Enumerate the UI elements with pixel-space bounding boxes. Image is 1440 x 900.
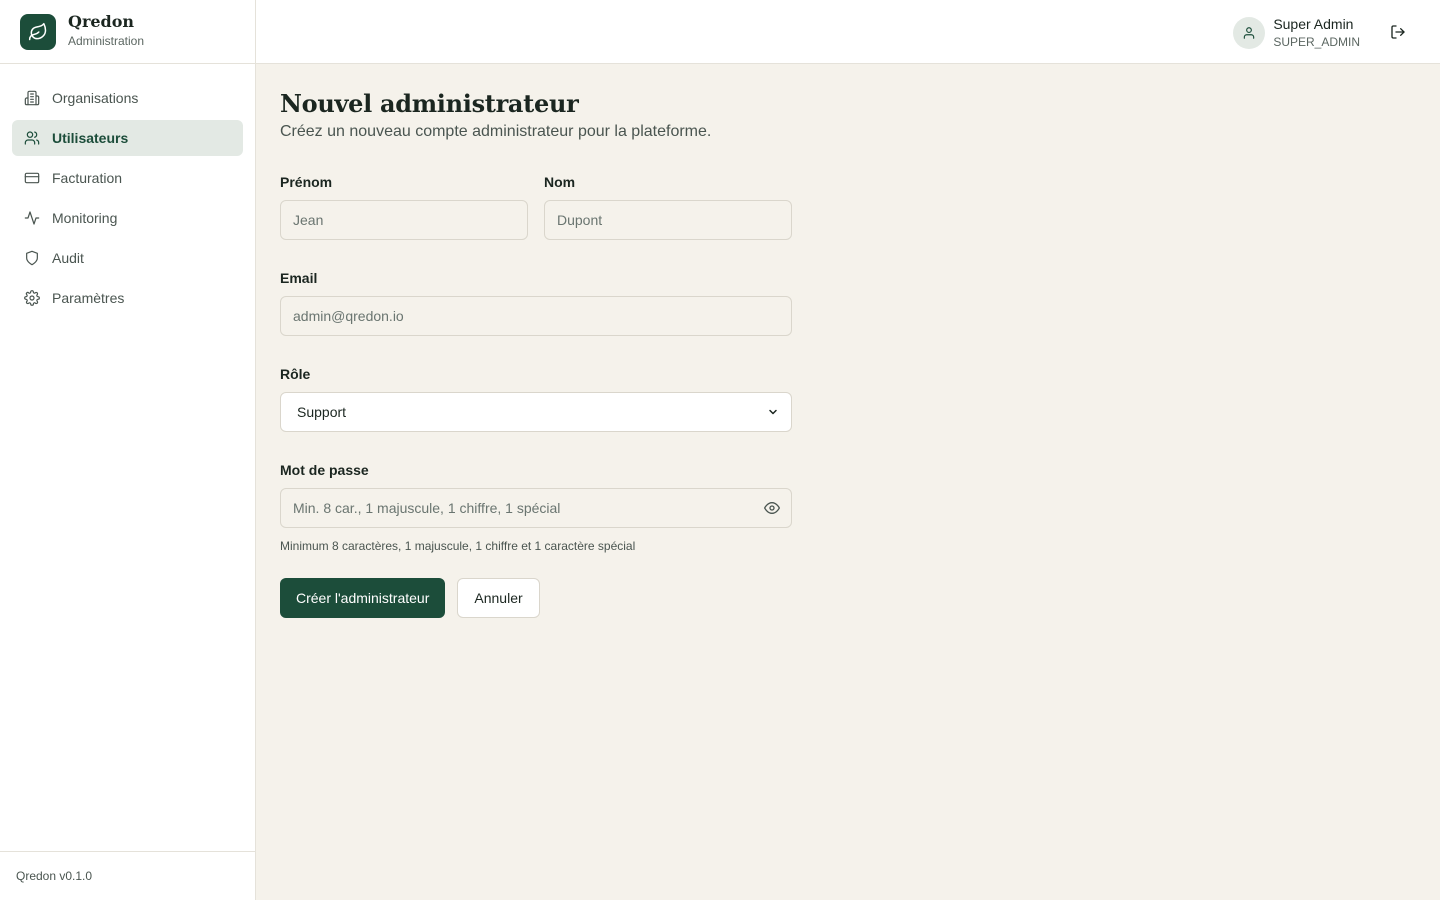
user-name: Super Admin [1273, 16, 1354, 32]
shield-icon [24, 250, 40, 266]
gear-icon [24, 290, 40, 306]
create-admin-form: Prénom Nom Email Rôle Support [280, 172, 792, 618]
role-label: Rôle [280, 366, 311, 382]
create-admin-button[interactable]: Créer l'administrateur [280, 578, 446, 618]
sidebar-item-organisations[interactable]: Organisations [12, 80, 243, 116]
user-role: SUPER_ADMIN [1273, 35, 1360, 49]
email-field[interactable] [280, 296, 792, 336]
sidebar-item-label: Audit [52, 250, 84, 266]
main-content: Nouvel administrateur Créez un nouveau c… [280, 88, 880, 618]
sidebar-item-utilisateurs[interactable]: Utilisateurs [12, 120, 243, 156]
user-menu[interactable]: Super Admin SUPER_ADMIN [1233, 16, 1360, 50]
chevron-down-icon [767, 406, 779, 418]
password-label: Mot de passe [280, 462, 369, 478]
sidebar-item-facturation[interactable]: Facturation [12, 160, 243, 196]
role-selected-value: Support [297, 404, 347, 420]
top-header: Super Admin SUPER_ADMIN [256, 0, 1440, 64]
sidebar-item-label: Monitoring [52, 210, 118, 226]
sidebar-item-monitoring[interactable]: Monitoring [12, 200, 243, 236]
activity-icon [24, 210, 40, 226]
users-icon [24, 130, 40, 146]
sidebar-item-label: Organisations [52, 90, 139, 106]
page-subtitle: Créez un nouveau compte administrateur p… [280, 123, 712, 140]
sidebar-item-label: Facturation [52, 170, 123, 186]
sidebar-nav: Organisations Utilisateurs Facturation M… [0, 64, 255, 316]
sidebar-item-parametres[interactable]: Paramètres [12, 280, 243, 316]
password-field[interactable] [280, 488, 792, 528]
sidebar: Qredon Administration Organisations Util… [0, 0, 256, 900]
eye-icon[interactable] [764, 500, 780, 516]
first-name-input[interactable] [280, 200, 528, 240]
user-icon [1244, 27, 1255, 39]
sidebar-item-label: Paramètres [52, 290, 125, 306]
role-select[interactable]: Support [280, 392, 792, 432]
brand-name: Qredon [68, 12, 135, 31]
sidebar-item-label: Utilisateurs [52, 130, 129, 146]
email-label: Email [280, 270, 318, 286]
last-name-input[interactable] [544, 200, 792, 240]
cancel-button[interactable]: Annuler [457, 578, 540, 618]
first-name-label: Prénom [280, 174, 333, 190]
last-name-label: Nom [544, 174, 576, 190]
brand-subtitle: Administration [68, 34, 145, 48]
password-hint: Minimum 8 caractères, 1 majuscule, 1 chi… [280, 539, 636, 553]
avatar [1233, 17, 1266, 49]
app-version: Qredon v0.1.0 [0, 851, 255, 900]
logout-icon[interactable] [1388, 22, 1408, 42]
brand[interactable]: Qredon Administration [0, 0, 255, 64]
credit-card-icon [24, 170, 40, 186]
building-icon [24, 90, 40, 106]
sidebar-item-audit[interactable]: Audit [12, 240, 243, 276]
page-title: Nouvel administrateur [280, 89, 579, 118]
leaf-logo-icon [20, 13, 56, 50]
